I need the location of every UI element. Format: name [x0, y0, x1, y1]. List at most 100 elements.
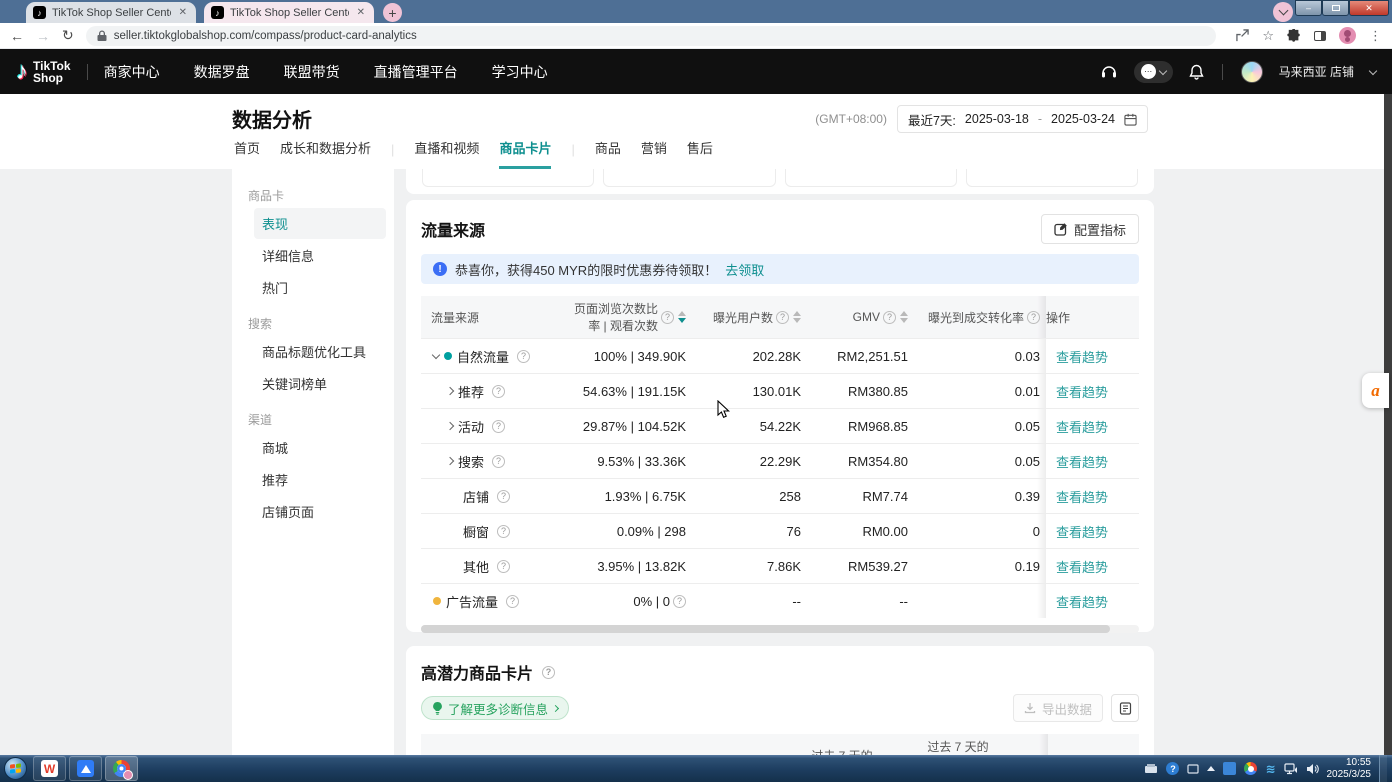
nav-item-affiliate[interactable]: 联盟带货	[284, 62, 340, 82]
sidebar-item-details[interactable]: 详细信息	[254, 240, 386, 271]
table-row-campaign[interactable]: 活动 29.87% | 104.52K 54.22K RM968.85 0.05…	[421, 408, 1139, 443]
table-row-other[interactable]: 其他 3.95% | 13.82K 7.86K RM539.27 0.19 查看…	[421, 548, 1139, 583]
tab-after-sale[interactable]: 售后	[687, 138, 713, 169]
reload-button[interactable]: ↻	[62, 27, 74, 44]
configure-metrics-button[interactable]: 配置指标	[1041, 214, 1139, 244]
sidebar-item-mall[interactable]: 商城	[254, 432, 386, 463]
nav-item-data-compass[interactable]: 数据罗盘	[194, 62, 250, 82]
table-row-search[interactable]: 搜索 9.53% | 33.36K 22.29K RM354.80 0.05 查…	[421, 443, 1139, 478]
help-icon[interactable]	[492, 420, 505, 433]
address-bar[interactable]: seller.tiktokglobalshop.com/compass/prod…	[86, 26, 1216, 46]
tab-marketing[interactable]: 营销	[641, 138, 667, 169]
export-data-button[interactable]: 导出数据	[1013, 694, 1103, 722]
tab-close-icon[interactable]: ✕	[177, 7, 189, 18]
help-icon[interactable]	[883, 311, 896, 324]
shop-avatar[interactable]	[1241, 61, 1263, 83]
tab-search-button[interactable]	[1273, 2, 1293, 22]
help-icon[interactable]	[492, 455, 505, 468]
tray-help-icon[interactable]: ?	[1166, 762, 1179, 775]
sidebar-item-performance[interactable]: 表现	[254, 208, 386, 239]
back-button[interactable]: ←	[10, 28, 24, 44]
claim-link[interactable]: 去领取	[725, 260, 764, 279]
help-icon[interactable]	[506, 595, 519, 608]
tab-close-icon[interactable]: ✕	[355, 7, 367, 18]
headset-icon[interactable]	[1100, 64, 1118, 80]
nav-item-seller-center[interactable]: 商家中心	[104, 62, 160, 82]
new-tab-button[interactable]: +	[383, 3, 402, 22]
expand-icon[interactable]	[446, 387, 454, 395]
help-icon[interactable]	[492, 385, 505, 398]
collapse-icon[interactable]	[432, 350, 440, 358]
maximize-button[interactable]	[1322, 0, 1349, 16]
shop-name[interactable]: 马来西亚 店铺	[1279, 63, 1354, 80]
taskbar-wps-button[interactable]: W	[33, 756, 66, 781]
scrollbar-thumb[interactable]	[421, 625, 1110, 633]
sidebar-item-keyword-ranking[interactable]: 关键词榜单	[254, 368, 386, 399]
view-trend-link[interactable]: 查看趋势	[1056, 557, 1108, 576]
help-icon[interactable]	[542, 666, 555, 679]
tab-growth-analytics[interactable]: 成长和数据分析	[280, 138, 371, 169]
sidebar-item-trending[interactable]: 热门	[254, 272, 386, 303]
tab-product-card[interactable]: 商品卡片	[499, 138, 551, 169]
profile-avatar[interactable]	[1339, 27, 1356, 44]
date-range-picker[interactable]: 最近7天: 2025-03-18 - 2025-03-24	[897, 105, 1148, 133]
view-trend-link[interactable]: 查看趋势	[1056, 417, 1108, 436]
notification-bell-icon[interactable]	[1189, 64, 1204, 80]
view-trend-link[interactable]: 查看趋势	[1056, 452, 1108, 471]
view-trend-link[interactable]: 查看趋势	[1056, 347, 1108, 366]
share-icon[interactable]	[1236, 29, 1249, 42]
tray-window-icon[interactable]	[1187, 764, 1199, 774]
table-row-ads[interactable]: 广告流量 0% | 0 -- -- 查看趋势	[421, 583, 1139, 618]
view-trend-link[interactable]: 查看趋势	[1056, 522, 1108, 541]
view-trend-link[interactable]: 查看趋势	[1056, 592, 1108, 611]
network-icon[interactable]	[1284, 763, 1298, 775]
browser-tab-2[interactable]: ♪ TikTok Shop Seller Center | Cr ✕	[204, 2, 374, 23]
table-row-shop[interactable]: 店铺 1.93% | 6.75K 258 RM7.74 0.39 查看趋势	[421, 478, 1139, 513]
tray-thunder-icon[interactable]: ≋	[1265, 762, 1275, 776]
view-trend-link[interactable]: 查看趋势	[1056, 487, 1108, 506]
menu-kebab-icon[interactable]: ⋮	[1369, 28, 1382, 44]
expand-icon[interactable]	[446, 457, 454, 465]
sidebar-item-title-optimizer[interactable]: 商品标题优化工具	[254, 336, 386, 367]
tray-app-blue-icon[interactable]	[1223, 762, 1236, 775]
taskbar-chrome-button[interactable]	[105, 756, 138, 781]
nav-item-live-platform[interactable]: 直播管理平台	[374, 62, 458, 82]
learn-more-pill[interactable]: 了解更多诊断信息	[421, 696, 569, 720]
horizontal-scrollbar[interactable]	[421, 625, 1139, 633]
tiktok-shop-logo[interactable]: ♪ TikTok Shop	[16, 58, 71, 86]
tray-expand-icon[interactable]	[1207, 766, 1215, 771]
tab-home[interactable]: 首页	[234, 138, 260, 169]
sidebar-item-recommend[interactable]: 推荐	[254, 464, 386, 495]
forward-button[interactable]: →	[36, 28, 50, 44]
tray-chrome-icon[interactable]	[1244, 762, 1257, 775]
side-panel-icon[interactable]	[1314, 31, 1326, 41]
help-icon[interactable]	[497, 560, 510, 573]
tab-product[interactable]: 商品	[595, 138, 621, 169]
table-row-showcase[interactable]: 橱窗 0.09% | 298 76 RM0.00 0 查看趋势	[421, 513, 1139, 548]
help-icon[interactable]	[776, 311, 789, 324]
sort-icon[interactable]	[793, 311, 801, 323]
expand-icon[interactable]	[446, 422, 454, 430]
nav-item-learning-center[interactable]: 学习中心	[492, 62, 548, 82]
speaker-icon[interactable]	[1306, 763, 1319, 775]
table-settings-button[interactable]	[1111, 694, 1139, 722]
minimize-button[interactable]: –	[1295, 0, 1322, 16]
sidebar-item-shop-page[interactable]: 店铺页面	[254, 496, 386, 527]
help-icon[interactable]	[517, 350, 530, 363]
table-row-recommend[interactable]: 推荐 54.63% | 191.15K 130.01K RM380.85 0.0…	[421, 373, 1139, 408]
view-trend-link[interactable]: 查看趋势	[1056, 382, 1108, 401]
table-row-organic[interactable]: 自然流量 100% | 349.90K 202.28K RM2,251.51 0…	[421, 338, 1139, 373]
extensions-puzzle-icon[interactable]	[1287, 29, 1301, 43]
help-icon[interactable]	[497, 525, 510, 538]
tray-toolbar-icon[interactable]	[1144, 763, 1158, 774]
help-icon[interactable]	[497, 490, 510, 503]
promo-float-widget[interactable]: a	[1362, 373, 1389, 408]
sort-icon[interactable]	[678, 311, 686, 323]
message-center[interactable]: ⋯	[1134, 61, 1173, 83]
browser-tab-1[interactable]: ♪ TikTok Shop Seller Center | Cr ✕	[26, 2, 196, 23]
sort-icon[interactable]	[900, 311, 908, 323]
show-desktop-button[interactable]	[1379, 755, 1387, 782]
page-scrollbar[interactable]	[1384, 94, 1392, 755]
tab-live-video[interactable]: 直播和视频	[414, 138, 479, 169]
taskbar-app-button[interactable]	[69, 756, 102, 781]
